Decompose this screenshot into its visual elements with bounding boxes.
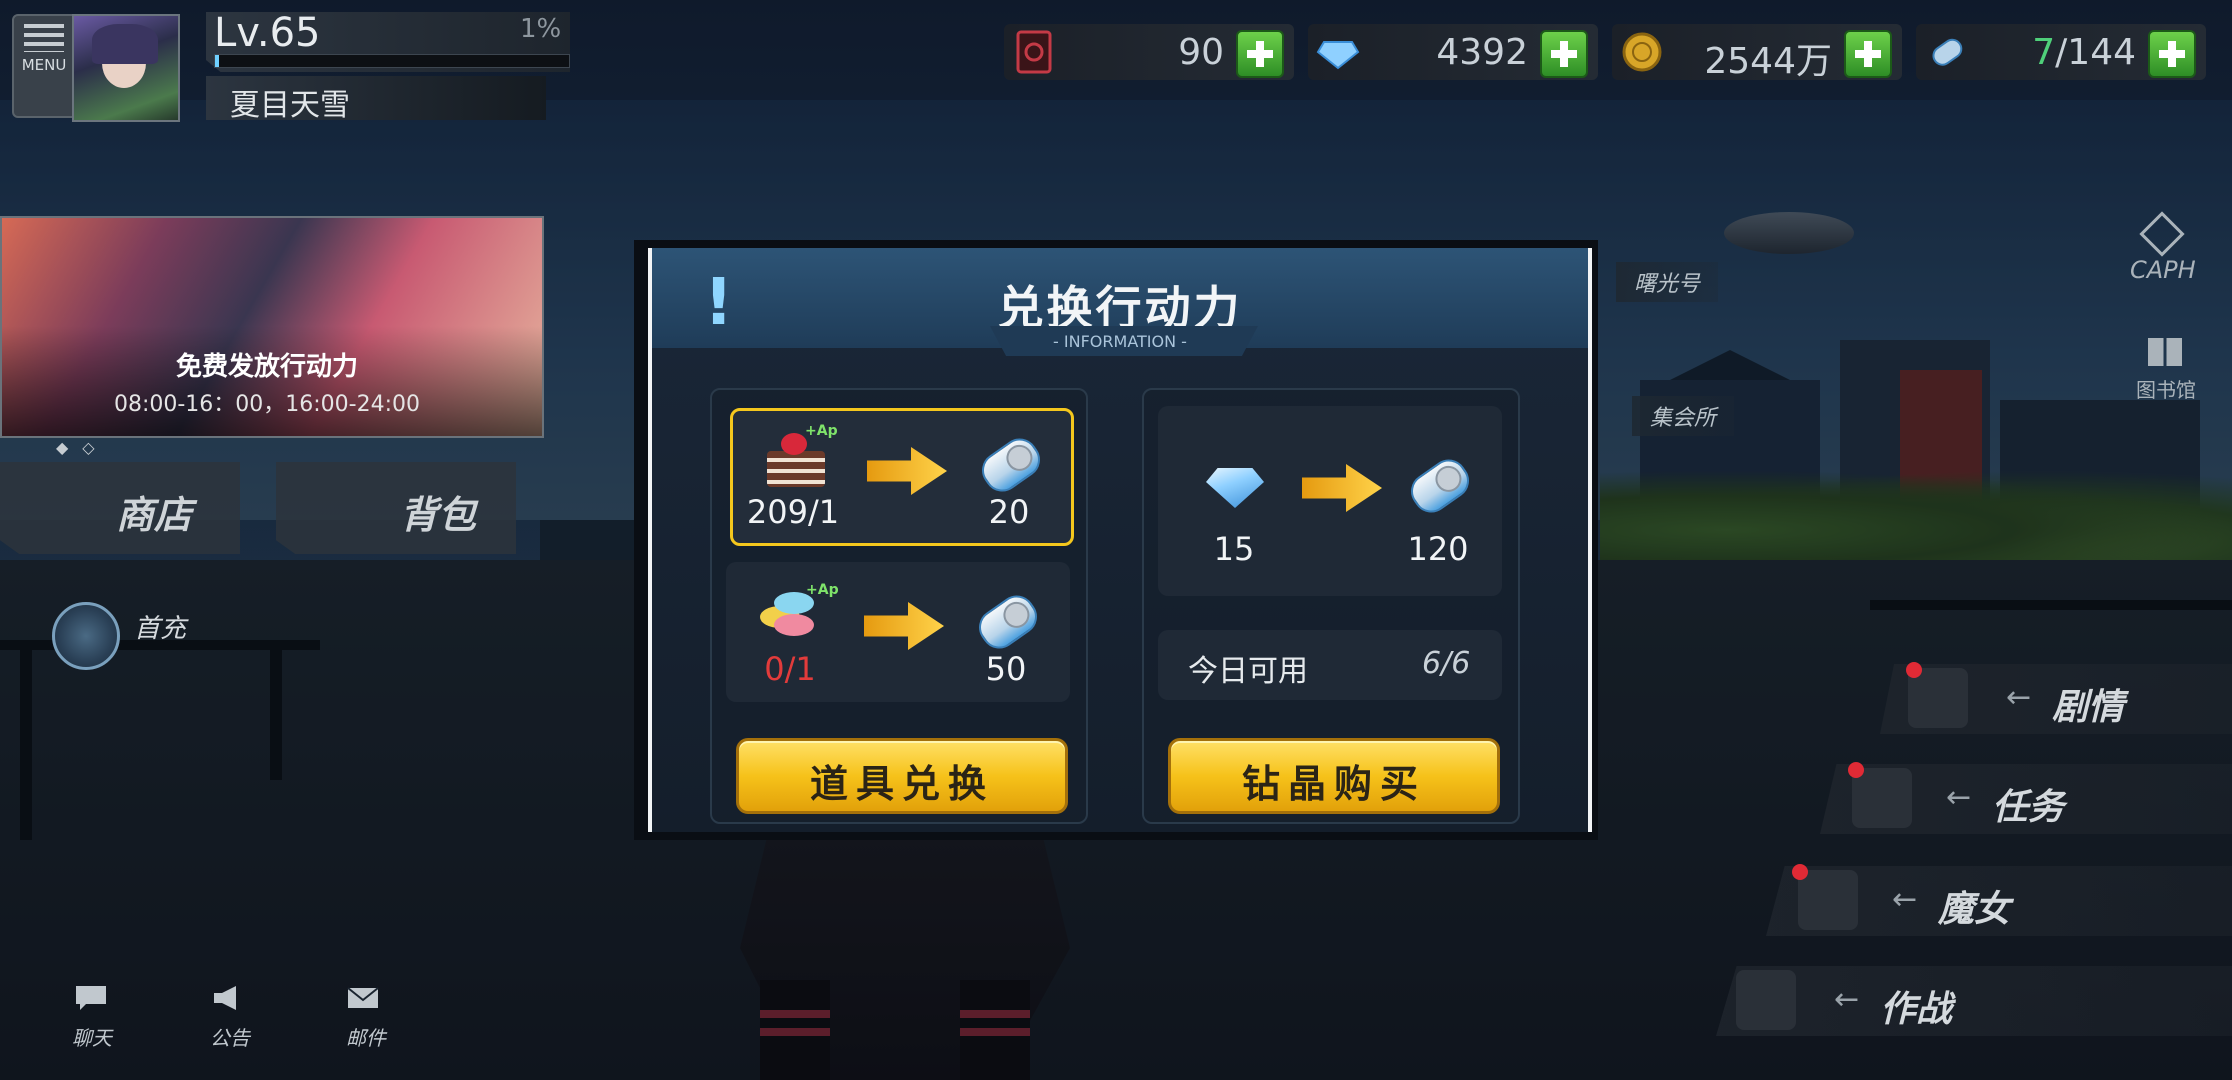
shop-label: 商店 xyxy=(116,493,193,537)
banner-title: 免费发放行动力 xyxy=(175,352,358,382)
player-avatar[interactable] xyxy=(72,14,180,122)
ap-tag: +Ap xyxy=(805,423,838,439)
event-banner[interactable]: 免费发放行动力 08:00-16：00，16:00-24:00 xyxy=(0,216,544,438)
notification-dot xyxy=(1906,662,1922,678)
mail-icon[interactable] xyxy=(346,984,380,1012)
first-recharge-label[interactable]: 首充 xyxy=(134,608,186,645)
arrow-icon xyxy=(864,602,944,650)
diamond-purchase-button[interactable]: 钻晶购买 xyxy=(1168,738,1500,814)
witch-arrow: ← xyxy=(1892,882,1924,917)
banner-pagination: ◆◇ xyxy=(56,438,109,457)
macaron-pink xyxy=(774,614,814,636)
stamina-card-icon xyxy=(1016,30,1052,74)
resource-value: 4392 xyxy=(1436,32,1528,73)
cake-item-icon xyxy=(767,433,825,487)
today-available-label: 今日可用 xyxy=(1188,654,1308,689)
quest-arrow: ← xyxy=(1946,780,1978,815)
notice-label[interactable]: 公告 xyxy=(210,1022,250,1051)
diamond-cost: 15 xyxy=(1213,530,1255,568)
bag-button[interactable] xyxy=(276,462,516,554)
ap-ticket-icon xyxy=(974,431,1048,499)
ap-current: 7 xyxy=(2032,32,2056,73)
player-name: 夏目天雪 xyxy=(230,88,350,123)
cake-strawberry xyxy=(781,433,807,455)
notification-dot xyxy=(1848,762,1864,778)
chat-label[interactable]: 聊天 xyxy=(72,1022,112,1051)
place-dawn-tag[interactable]: 曙光号 xyxy=(1616,262,1719,302)
diamond-purchase-panel: 15 120 今日可用 6/6 钻晶购买 xyxy=(1142,388,1520,824)
item-exchange-panel: +Ap 209/1 20 +Ap 0/1 50 道具兑换 xyxy=(710,388,1088,824)
macaron-exchange-option[interactable]: +Ap 0/1 50 xyxy=(726,562,1070,702)
macaron-reward: 50 xyxy=(985,650,1027,688)
crossed-swords-icon xyxy=(1736,970,1796,1030)
ap-max: /144 xyxy=(2055,32,2136,73)
diamond-exchange-option[interactable]: 15 120 xyxy=(1158,406,1502,596)
ap-ticket-icon xyxy=(971,588,1045,656)
diamond-icon xyxy=(1316,41,1360,70)
cake-reward: 20 xyxy=(988,493,1030,531)
exchange-ap-dialog: ! 兑换行动力 - INFORMATION - +Ap 209/1 20 +Ap… xyxy=(634,240,1598,840)
story-arrow: ← xyxy=(2006,680,2038,715)
exp-bar-fill xyxy=(215,55,219,67)
diamond-reward: 120 xyxy=(1407,530,1469,568)
diamond-icon xyxy=(1206,468,1264,508)
caph-label[interactable]: CAPH xyxy=(2130,256,2196,284)
add-ap-button[interactable] xyxy=(2148,30,2196,78)
today-available-row: 今日可用 6/6 xyxy=(1158,630,1502,700)
macaron-count: 0/1 xyxy=(764,650,816,688)
resource-stamina: 90 xyxy=(1004,24,1294,80)
ap-ticket-icon xyxy=(1403,452,1477,520)
library-icon[interactable] xyxy=(2148,338,2182,366)
dialog-body: ! 兑换行动力 - INFORMATION - +Ap 209/1 20 +Ap… xyxy=(648,248,1592,832)
menu-icon xyxy=(24,24,64,52)
arrow-icon xyxy=(1302,464,1382,512)
resource-diamond: 4392 xyxy=(1308,24,1598,80)
witch-icon xyxy=(1798,870,1858,930)
player-level: Lv.65 xyxy=(214,10,321,56)
bag-label: 背包 xyxy=(400,493,477,537)
banner-time: 08:00-16：00，16:00-24:00 xyxy=(113,392,421,417)
dialog-subtitle: - INFORMATION - xyxy=(1053,332,1187,351)
cake-count: 209/1 xyxy=(746,493,840,531)
menu-button[interactable]: MENU xyxy=(12,14,76,118)
cake-body xyxy=(767,451,825,487)
witch-label: 魔女 xyxy=(1938,889,2011,930)
place-gathering-tag[interactable]: 集会所 xyxy=(1632,396,1735,436)
resource-value: 7/144 xyxy=(2032,32,2136,73)
item-exchange-button[interactable]: 道具兑换 xyxy=(736,738,1068,814)
resource-value: 90 xyxy=(1178,32,1224,73)
mail-label[interactable]: 邮件 xyxy=(346,1022,386,1051)
ap-tag: +Ap xyxy=(806,582,839,598)
resource-gold: 2544万 xyxy=(1612,24,1902,82)
today-available-value: 6/6 xyxy=(1422,646,1471,681)
battle-label: 作战 xyxy=(1880,989,1953,1030)
library-label[interactable]: 图书馆 xyxy=(2136,374,2196,403)
gold-coin-icon xyxy=(1622,32,1662,72)
announcement-icon[interactable] xyxy=(210,984,244,1012)
battle-arrow: ← xyxy=(1834,982,1866,1017)
resource-value: 2544万 xyxy=(1704,41,1832,82)
chat-icon[interactable] xyxy=(74,984,108,1012)
cake-exchange-option[interactable]: +Ap 209/1 20 xyxy=(730,408,1074,546)
menu-label: MENU xyxy=(21,56,67,74)
ap-ticket-icon xyxy=(1932,38,1963,66)
first-recharge-icon[interactable] xyxy=(52,602,120,670)
resource-ap: 7/144 xyxy=(1916,24,2206,80)
arrow-icon xyxy=(867,447,947,495)
story-label: 剧情 xyxy=(2052,687,2125,728)
quest-label: 任务 xyxy=(1992,787,2065,828)
notification-dot xyxy=(1792,864,1808,880)
add-gold-button[interactable] xyxy=(1844,30,1892,78)
diamond-purchase-button-label: 钻晶购买 xyxy=(1241,762,1426,806)
add-diamond-button[interactable] xyxy=(1540,30,1588,78)
exclamation-icon xyxy=(1852,768,1912,828)
add-stamina-button[interactable] xyxy=(1236,30,1284,78)
exp-bar xyxy=(214,54,570,68)
exp-percent: 1% xyxy=(520,14,562,44)
item-exchange-button-label: 道具兑换 xyxy=(809,762,994,806)
